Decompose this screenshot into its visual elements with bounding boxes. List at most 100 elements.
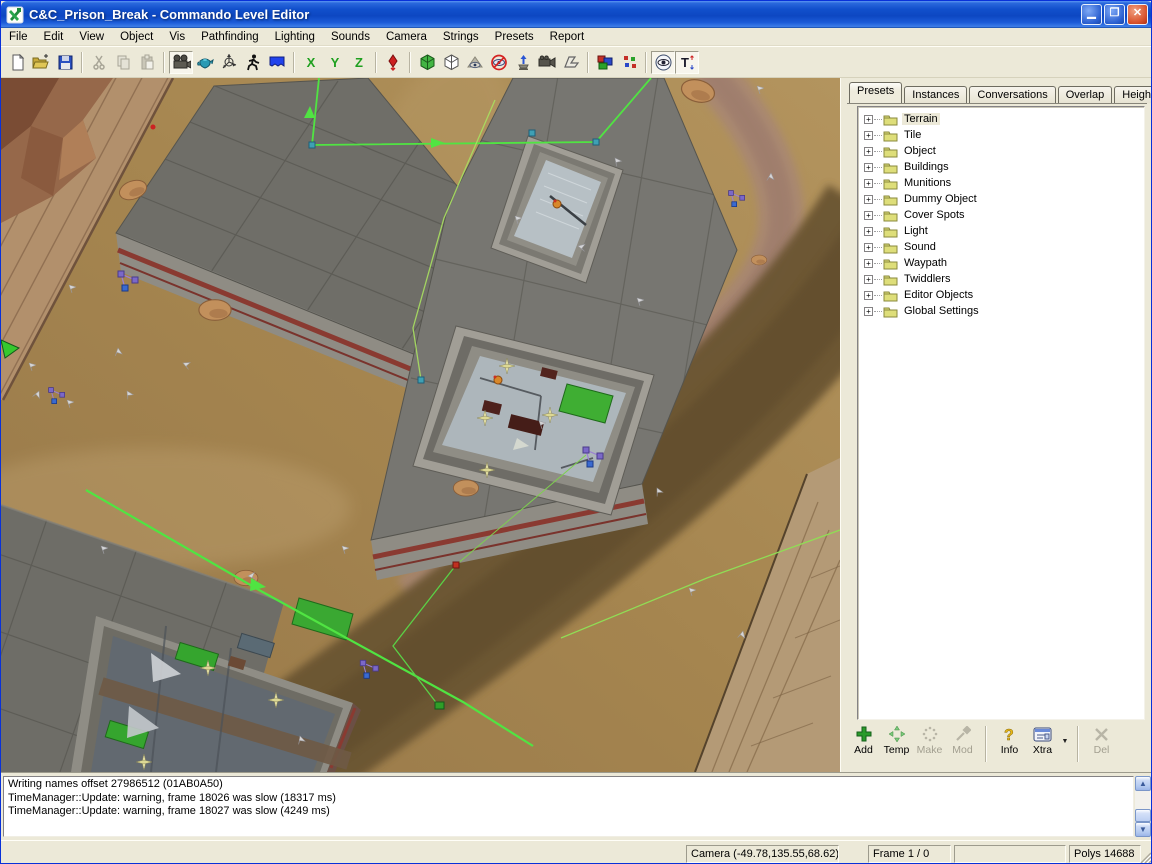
raise-light-button[interactable] — [511, 51, 535, 74]
menu-report[interactable]: Report — [542, 30, 593, 44]
mod-hammer-icon — [955, 726, 971, 742]
button-separator — [985, 726, 987, 762]
axis-z-button[interactable]: Z — [347, 51, 371, 74]
tab-conversations[interactable]: Conversations — [969, 86, 1055, 103]
tree-item-tile[interactable]: +Tile — [864, 127, 1144, 143]
expand-icon[interactable]: + — [864, 275, 873, 284]
tree-item-object[interactable]: +Object — [864, 143, 1144, 159]
add-button[interactable]: Add — [847, 724, 880, 756]
new-button[interactable] — [5, 51, 29, 74]
tree-item-terrain[interactable]: +Terrain — [864, 111, 1144, 127]
tree-item-munitions[interactable]: +Munitions — [864, 175, 1144, 191]
menu-bar: File Edit View Object Vis Pathfinding Li… — [1, 28, 1152, 46]
menu-vis[interactable]: Vis — [161, 30, 193, 44]
menu-lighting[interactable]: Lighting — [267, 30, 323, 44]
scatter-objects-button[interactable] — [617, 51, 641, 74]
axis-x-label: X — [307, 55, 316, 70]
expand-icon[interactable]: + — [864, 131, 873, 140]
menu-sounds[interactable]: Sounds — [323, 30, 378, 44]
tree-item-light[interactable]: +Light — [864, 223, 1144, 239]
menu-edit[interactable]: Edit — [36, 30, 72, 44]
tab-presets[interactable]: Presets — [849, 82, 902, 103]
tab-heightfield[interactable]: Heightfield — [1114, 86, 1152, 103]
presets-panel: Presets Instances Conversations Overlap … — [840, 78, 1152, 772]
mod-button[interactable]: Mod — [946, 724, 979, 756]
expand-icon[interactable]: + — [864, 227, 873, 236]
resize-grip[interactable] — [1139, 851, 1152, 864]
save-button[interactable] — [53, 51, 77, 74]
tree-item-sound[interactable]: +Sound — [864, 239, 1144, 255]
copy-button[interactable] — [111, 51, 135, 74]
axis-gizmo-icon — [220, 53, 238, 71]
log-output[interactable]: Writing names offset 27986512 (01AB0A50)… — [3, 776, 1134, 837]
expand-icon[interactable]: + — [864, 195, 873, 204]
wireframe-view-button[interactable] — [439, 51, 463, 74]
info-button[interactable]: ?Info — [993, 724, 1026, 756]
tree-item-dummy-object[interactable]: +Dummy Object — [864, 191, 1144, 207]
expand-icon[interactable]: + — [864, 163, 873, 172]
drop-to-ground-button[interactable] — [381, 51, 405, 74]
expand-icon[interactable]: + — [864, 243, 873, 252]
tree-item-buildings[interactable]: +Buildings — [864, 159, 1144, 175]
expand-icon[interactable]: + — [864, 307, 873, 316]
menu-object[interactable]: Object — [112, 30, 161, 44]
axis-y-button[interactable]: Y — [323, 51, 347, 74]
open-button[interactable] — [29, 51, 53, 74]
tree-item-editor-objects[interactable]: +Editor Objects — [864, 287, 1144, 303]
toolbar-separator — [293, 52, 295, 73]
make-button[interactable]: Make — [913, 724, 946, 756]
expand-icon[interactable]: + — [864, 179, 873, 188]
close-button[interactable]: ✕ — [1127, 4, 1148, 25]
scroll-down-icon[interactable]: ▼ — [1135, 822, 1151, 837]
menu-file[interactable]: File — [1, 30, 36, 44]
title-bar[interactable]: C&C_Prison_Break - Commando Level Editor… — [1, 1, 1152, 28]
del-button[interactable]: Del — [1085, 724, 1118, 756]
viewport-3d[interactable] — [1, 78, 840, 772]
menu-strings[interactable]: Strings — [435, 30, 487, 44]
scroll-thumb[interactable] — [1135, 809, 1151, 822]
colored-dots-icon — [621, 54, 638, 71]
menu-pathfinding[interactable]: Pathfinding — [193, 30, 267, 44]
tree-item-waypath[interactable]: +Waypath — [864, 255, 1144, 271]
camera-mode-button[interactable] — [169, 51, 193, 74]
tab-overlap[interactable]: Overlap — [1058, 86, 1113, 103]
teapot-button[interactable] — [193, 51, 217, 74]
xtra-dropdown-arrow[interactable]: ▼ — [1059, 724, 1071, 758]
menu-camera[interactable]: Camera — [378, 30, 435, 44]
status-frame: Frame 1 / 0 — [868, 845, 951, 863]
text-labels-button[interactable]: T — [675, 51, 699, 74]
expand-icon[interactable]: + — [864, 211, 873, 220]
menu-view[interactable]: View — [71, 30, 112, 44]
menu-presets[interactable]: Presets — [487, 30, 542, 44]
tree-item-twiddlers[interactable]: +Twiddlers — [864, 271, 1144, 287]
xtra-button[interactable]: Xtra — [1026, 724, 1059, 756]
presets-tree[interactable]: +Terrain +Tile +Object +Buildings +Munit… — [857, 106, 1145, 720]
expand-icon[interactable]: + — [864, 259, 873, 268]
temp-button[interactable]: Temp — [880, 724, 913, 756]
tree-item-cover-spots[interactable]: +Cover Spots — [864, 207, 1144, 223]
maximize-button[interactable]: ❐ — [1104, 4, 1125, 25]
tab-instances[interactable]: Instances — [904, 86, 967, 103]
flag-button[interactable] — [265, 51, 289, 74]
log-scrollbar[interactable]: ▲ ▼ — [1135, 776, 1151, 837]
walk-mode-button[interactable] — [241, 51, 265, 74]
paste-button[interactable] — [135, 51, 159, 74]
expand-icon[interactable]: + — [864, 115, 873, 124]
polygon-tool-button[interactable] — [559, 51, 583, 74]
minimize-button[interactable]: ▁ — [1081, 4, 1102, 25]
visibility-toggle-button[interactable] — [651, 51, 675, 74]
xtra-window-icon — [1033, 727, 1052, 742]
cut-button[interactable] — [87, 51, 111, 74]
axis-gizmo-button[interactable] — [217, 51, 241, 74]
tree-item-global-settings[interactable]: +Global Settings — [864, 303, 1144, 319]
hide-objects-button[interactable] — [487, 51, 511, 74]
video-camera-button[interactable] — [535, 51, 559, 74]
show-terrain-button[interactable] — [463, 51, 487, 74]
expand-icon[interactable]: + — [864, 291, 873, 300]
solid-view-button[interactable] — [415, 51, 439, 74]
scroll-up-icon[interactable]: ▲ — [1135, 776, 1151, 791]
axis-x-button[interactable]: X — [299, 51, 323, 74]
info-icon: ? — [1003, 726, 1017, 743]
group-objects-button[interactable] — [593, 51, 617, 74]
expand-icon[interactable]: + — [864, 147, 873, 156]
